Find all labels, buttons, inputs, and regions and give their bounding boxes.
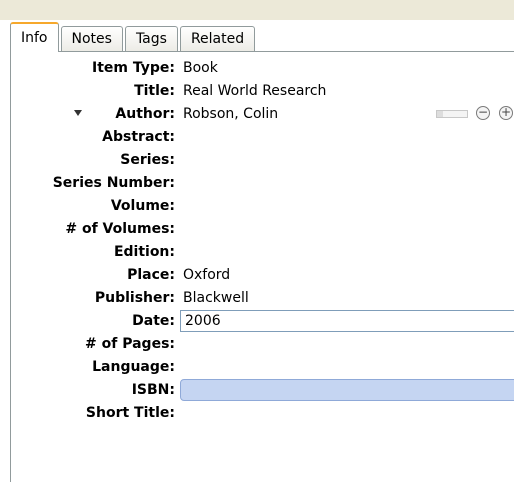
publisher-value[interactable]: Blackwell	[183, 287, 249, 309]
row-series-number: Series Number:	[11, 172, 514, 194]
row-series: Series:	[11, 149, 514, 171]
abstract-label: Abstract:	[102, 129, 175, 145]
date-label: Date:	[132, 313, 175, 329]
row-title: Title: Real World Research	[11, 80, 514, 102]
row-num-volumes: # of Volumes:	[11, 218, 514, 240]
title-label: Title:	[134, 83, 175, 99]
plus-circle-icon[interactable]: +	[499, 106, 513, 120]
chevron-down-icon[interactable]	[74, 110, 82, 116]
row-date: Date:	[11, 310, 514, 332]
author-value[interactable]: Robson, Colin	[183, 103, 278, 125]
isbn-label: ISBN:	[131, 382, 175, 398]
row-author: Author: Robson, Colin − +	[11, 103, 514, 125]
isbn-input[interactable]	[180, 379, 514, 401]
short-title-label: Short Title:	[85, 405, 175, 421]
language-label: Language:	[92, 359, 175, 375]
window-top-strip	[0, 0, 514, 20]
tab-bar: Info Notes Tags Related	[10, 22, 257, 52]
row-place: Place: Oxford	[11, 264, 514, 286]
row-num-pages: # of Pages:	[11, 333, 514, 355]
row-edition: Edition:	[11, 241, 514, 263]
tab-info[interactable]: Info	[10, 22, 59, 52]
series-number-label: Series Number:	[52, 175, 175, 191]
num-volumes-label: # of Volumes:	[65, 221, 175, 237]
row-item-type: Item Type: Book	[11, 57, 514, 79]
tab-related[interactable]: Related	[179, 26, 256, 52]
item-info-panel: Item Type: Book Title: Real World Resear…	[10, 51, 514, 482]
item-type-label: Item Type:	[92, 60, 175, 76]
series-label: Series:	[120, 152, 175, 168]
row-publisher: Publisher: Blackwell	[11, 287, 514, 309]
date-input[interactable]	[180, 310, 514, 332]
place-value[interactable]: Oxford	[183, 264, 230, 286]
num-pages-label: # of Pages:	[85, 336, 175, 352]
item-type-value[interactable]: Book	[183, 57, 218, 79]
row-abstract: Abstract:	[11, 126, 514, 148]
author-mode-switch[interactable]	[436, 110, 468, 118]
title-value[interactable]: Real World Research	[183, 80, 326, 102]
edition-label: Edition:	[113, 244, 175, 260]
author-label: Author:	[115, 106, 175, 122]
minus-circle-icon[interactable]: −	[476, 106, 490, 120]
place-label: Place:	[127, 267, 175, 283]
tab-tags[interactable]: Tags	[124, 26, 178, 52]
row-volume: Volume:	[11, 195, 514, 217]
publisher-label: Publisher:	[94, 290, 175, 306]
tab-notes[interactable]: Notes	[60, 26, 123, 52]
row-short-title: Short Title:	[11, 402, 514, 424]
volume-label: Volume:	[110, 198, 175, 214]
row-isbn: ISBN:	[11, 379, 514, 401]
row-language: Language:	[11, 356, 514, 378]
